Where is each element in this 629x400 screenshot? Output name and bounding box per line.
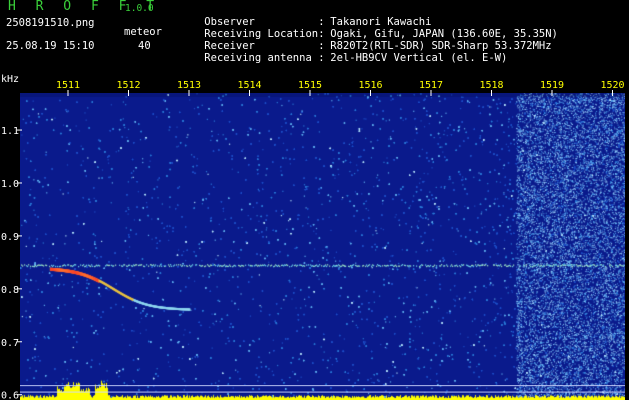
file-name: 2508191510.png [6, 17, 95, 29]
x-tick-label: 1518 [479, 80, 503, 91]
meteor-count: 40 [138, 40, 151, 52]
x-tick-label: 1515 [298, 80, 322, 91]
x-tick-label: 1517 [419, 80, 443, 91]
y-tick-label: 0.7 [1, 338, 19, 349]
x-tick-label: 1520 [600, 80, 624, 91]
x-tick-label: 1514 [237, 80, 261, 91]
header-panel: H R O F F T 1.0.0 2508191510.png 25.08.1… [0, 0, 629, 74]
spectrogram-overlay: kHz 1511 1512 1513 1514 1515 1516 1517 1518 1519… [1, 74, 625, 400]
y-tick-label: 0.6 [1, 391, 19, 400]
y-tick-label: 1.0 [1, 179, 19, 190]
reference-lines [20, 385, 625, 393]
x-tick-label: 1519 [540, 80, 564, 91]
date-time: 25.08.19 15:10 [6, 40, 95, 52]
x-tick-label: 1511 [56, 80, 80, 91]
meteor-label: meteor [124, 26, 162, 38]
x-tick-group: 1511 1512 1513 1514 1515 1516 1517 1518 1519 1520 [56, 80, 625, 96]
y-axis-unit-label: kHz [1, 74, 19, 85]
info-sep: : [318, 52, 325, 64]
y-tick-label: 0.8 [1, 285, 19, 296]
spectrogram-plot: kHz 1511 1512 1513 1514 1515 1516 1517 1518 1519… [0, 74, 629, 400]
x-tick-label: 1513 [177, 80, 201, 91]
app-version: 1.0.0 [125, 3, 154, 14]
info-value: 2el-HB9CV Vertical (el. E-W) [330, 52, 508, 64]
y-tick-label: 0.9 [1, 232, 19, 243]
y-tick-label: 1.1 [1, 126, 19, 137]
x-tick-label: 1512 [116, 80, 140, 91]
x-tick-label: 1516 [358, 80, 382, 91]
antenna-row: Receiving antenna:2el-HB9CV Vertical (el… [179, 40, 507, 76]
info-key: Receiving antenna [204, 52, 312, 64]
y-tick-group: 1.1 1.0 0.9 0.8 0.7 0.6 [1, 126, 22, 400]
